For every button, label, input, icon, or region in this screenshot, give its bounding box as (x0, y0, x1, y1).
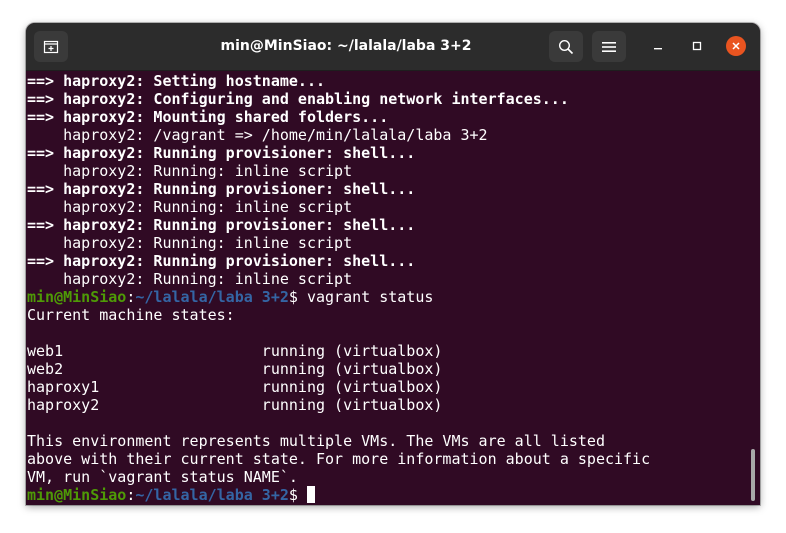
output-line: above with their current state. For more… (27, 450, 651, 468)
output-line: web2 running (virtualbox) (27, 360, 443, 378)
new-tab-icon (43, 40, 59, 53)
line-prefix: ==> (27, 90, 64, 108)
line-text: haproxy2: Running: inline script (27, 234, 353, 252)
output-line: haproxy2 running (virtualbox) (27, 396, 443, 414)
terminal-line: ==> haproxy2: Mounting shared folders... (27, 108, 747, 126)
line-text: haproxy2: Setting hostname... (63, 72, 326, 90)
line-text: haproxy2: Running provisioner: shell... (63, 180, 416, 198)
terminal-area[interactable]: ==> haproxy2: Setting hostname... ==> ha… (26, 71, 760, 505)
terminal-line: ==> haproxy2: Running provisioner: shell… (27, 144, 747, 162)
active-prompt-line[interactable]: min@MinSiao:~/lalala/laba 3+2$ (27, 486, 747, 504)
line-text: haproxy2: Running provisioner: shell... (63, 216, 416, 234)
terminal-line: haproxy2: /vagrant => /home/min/lalala/l… (27, 126, 747, 144)
terminal-line: haproxy2: Running: inline script (27, 234, 747, 252)
maximize-icon (692, 41, 702, 51)
terminal-line: haproxy2: Running: inline script (27, 162, 747, 180)
scrollbar-thumb[interactable] (751, 449, 755, 501)
terminal-line: haproxy2: Running: inline script (27, 270, 747, 288)
output-line: Current machine states: (27, 306, 235, 324)
line-prefix: ==> (27, 72, 64, 90)
command-text: vagrant status (306, 288, 434, 306)
line-text: haproxy2: Running provisioner: shell... (63, 144, 416, 162)
line-text: haproxy2: Configuring and enabling netwo… (63, 90, 569, 108)
minimize-icon (654, 48, 662, 50)
hamburger-menu-icon (602, 41, 616, 52)
prompt-symbol: $ (288, 486, 307, 504)
terminal-line: ==> haproxy2: Running provisioner: shell… (27, 252, 747, 270)
terminal-line: ==> haproxy2: Configuring and enabling n… (27, 90, 747, 108)
line-text: haproxy2: Running: inline script (27, 198, 353, 216)
output-line: This environment represents multiple VMs… (27, 432, 605, 450)
prompt-symbol: $ (288, 288, 307, 306)
title-bar: min@MinSiao: ~/lalala/laba 3+2 (26, 23, 760, 71)
output-line: haproxy1 running (virtualbox) (27, 378, 443, 396)
line-prefix: ==> (27, 252, 64, 270)
terminal-line: haproxy2: Running: inline script (27, 198, 747, 216)
line-text: haproxy2: Running: inline script (27, 162, 353, 180)
text-cursor (306, 486, 315, 503)
prompt-path: ~/lalala/laba 3+2 (135, 288, 289, 306)
close-icon (732, 42, 740, 50)
close-button[interactable] (726, 36, 746, 56)
line-prefix: ==> (27, 216, 64, 234)
terminal-line: ==> haproxy2: Running provisioner: shell… (27, 216, 747, 234)
line-text: haproxy2: Running provisioner: shell... (63, 252, 416, 270)
prompt-line: min@MinSiao:~/lalala/laba 3+2$ vagrant s… (27, 288, 747, 306)
search-button[interactable] (549, 31, 583, 62)
prompt-user: min@MinSiao (27, 486, 127, 504)
prompt-user: min@MinSiao (27, 288, 127, 306)
output-line: VM, run `vagrant status NAME`. (27, 468, 298, 486)
line-prefix: ==> (27, 144, 64, 162)
terminal-window: min@MinSiao: ~/lalala/laba 3+2 ==> hapro… (26, 23, 760, 505)
terminal-line: ==> haproxy2: Setting hostname... (27, 72, 747, 90)
line-text: haproxy2: Running: inline script (27, 270, 353, 288)
terminal-line: ==> haproxy2: Running provisioner: shell… (27, 180, 747, 198)
window-title: min@MinSiao: ~/lalala/laba 3+2 (220, 38, 472, 54)
new-tab-button[interactable] (34, 31, 68, 62)
output-line: web1 running (virtualbox) (27, 342, 443, 360)
line-prefix: ==> (27, 180, 64, 198)
maximize-button[interactable] (687, 36, 707, 56)
line-text: haproxy2: Mounting shared folders... (63, 108, 389, 126)
line-text: haproxy2: /vagrant => /home/min/lalala/l… (27, 126, 488, 144)
line-prefix: ==> (27, 108, 64, 126)
terminal-output: ==> haproxy2: Setting hostname... ==> ha… (27, 72, 747, 504)
menu-button[interactable] (592, 31, 626, 62)
search-icon (558, 39, 574, 54)
minimize-button[interactable] (648, 36, 668, 56)
prompt-path: ~/lalala/laba 3+2 (135, 486, 289, 504)
